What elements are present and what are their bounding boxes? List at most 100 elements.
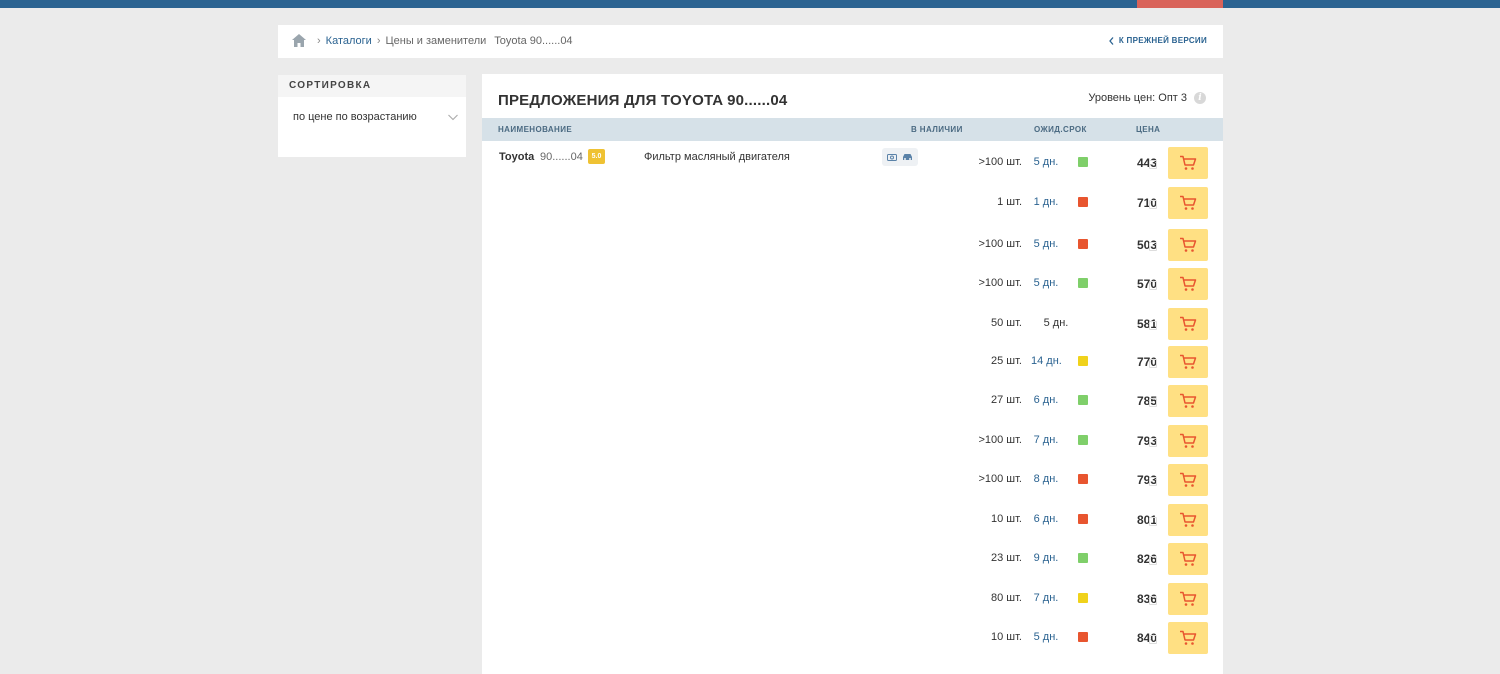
add-to-cart-button[interactable] (1168, 308, 1208, 340)
chevron-down-icon[interactable] (448, 114, 458, 121)
sort-panel: СОРТИРОВКА по цене по возрастанию (278, 75, 466, 157)
offer-delivery-days[interactable]: 1 дн. (1031, 196, 1061, 208)
cart-icon (1180, 433, 1197, 448)
add-to-cart-button[interactable] (1168, 504, 1208, 536)
sort-select[interactable]: по цене по возрастанию (293, 111, 417, 123)
offer-status-indicator (1078, 514, 1088, 524)
column-name-header[interactable]: НАИМЕНОВАНИЕ (498, 125, 572, 134)
offer-delivery-days[interactable]: 14 дн. (1031, 355, 1062, 367)
offer-status-indicator (1078, 632, 1088, 642)
column-price-header[interactable]: ЦЕНА (1136, 125, 1160, 134)
offer-favorite-checkbox[interactable] (1149, 160, 1157, 169)
offer-delivery-days[interactable]: 7 дн. (1031, 434, 1061, 446)
offer-quantity: >100 шт. (978, 277, 1022, 289)
cart-icon (1180, 512, 1197, 527)
column-in-stock-header[interactable]: В НАЛИЧИИ (911, 125, 963, 134)
offers-title: ПРЕДЛОЖЕНИЯ ДЛЯ TOYOTA 90......04 (498, 92, 788, 109)
offer-row: >100 шт. 5 дн. 503 (482, 226, 1223, 262)
breadcrumb-catalogs-link[interactable]: Каталоги (326, 35, 372, 47)
offer-status-indicator (1078, 435, 1088, 445)
cart-icon (1180, 591, 1197, 606)
offer-row: 10 шт. 6 дн. 801 (482, 501, 1223, 537)
offer-favorite-checkbox[interactable] (1149, 200, 1157, 209)
add-to-cart-button[interactable] (1168, 543, 1208, 575)
offer-quantity: 10 шт. (991, 513, 1022, 525)
add-to-cart-button[interactable] (1168, 583, 1208, 615)
offer-quantity: 1 шт. (997, 196, 1022, 208)
offer-quantity: >100 шт. (978, 473, 1022, 485)
add-to-cart-button[interactable] (1168, 346, 1208, 378)
column-expected-header[interactable]: ОЖИД.СРОК (1034, 125, 1087, 134)
offer-row: 23 шт. 9 дн. 826 (482, 540, 1223, 576)
cart-icon (1180, 316, 1197, 331)
offer-quantity: 25 шт. (991, 355, 1022, 367)
offer-row: >100 шт. 5 дн. 570 (482, 265, 1223, 301)
add-to-cart-button[interactable] (1168, 464, 1208, 496)
add-to-cart-button[interactable] (1168, 425, 1208, 457)
offer-status-indicator (1078, 593, 1088, 603)
add-to-cart-button[interactable] (1168, 622, 1208, 654)
offer-delivery-days[interactable]: 6 дн. (1031, 394, 1061, 406)
offer-delivery-days: 5 дн. (1043, 317, 1069, 329)
offer-quantity: >100 шт. (978, 238, 1022, 250)
offer-row: 25 шт. 14 дн. 770 (482, 343, 1223, 379)
offer-status-indicator (1078, 356, 1088, 366)
offer-favorite-checkbox[interactable] (1149, 635, 1157, 644)
offer-delivery-days[interactable]: 5 дн. (1031, 156, 1061, 168)
breadcrumb-current-item: Toyota 90......04 (494, 35, 573, 47)
offer-status-indicator (1078, 395, 1088, 405)
price-level: Уровень цен: Опт 3 (1088, 92, 1187, 104)
offer-delivery-days[interactable]: 8 дн. (1031, 473, 1061, 485)
offer-status-indicator (1078, 278, 1088, 288)
offer-favorite-checkbox[interactable] (1149, 477, 1157, 486)
offer-favorite-checkbox[interactable] (1149, 281, 1157, 290)
offer-row: 1 шт. 1 дн. 710 (482, 184, 1223, 220)
offer-row: 80 шт. 7 дн. 836 (482, 580, 1223, 616)
offer-delivery-days[interactable]: 9 дн. (1031, 552, 1061, 564)
offer-row: 50 шт. 5 дн. 581 (482, 305, 1223, 341)
add-to-cart-button[interactable] (1168, 147, 1208, 179)
offer-status-indicator (1078, 157, 1088, 167)
offer-favorite-checkbox[interactable] (1149, 438, 1157, 447)
back-to-previous-version-link[interactable]: К ПРЕЖНЕЙ ВЕРСИИ (1108, 36, 1207, 45)
offer-favorite-checkbox[interactable] (1149, 596, 1157, 605)
offer-status-indicator (1078, 474, 1088, 484)
top-bar-accent[interactable] (1137, 0, 1223, 8)
offer-quantity: 50 шт. (991, 317, 1022, 329)
cart-icon (1180, 195, 1197, 210)
offer-favorite-checkbox[interactable] (1149, 517, 1157, 526)
add-to-cart-button[interactable] (1168, 385, 1208, 417)
cart-icon (1180, 630, 1197, 645)
cart-icon (1180, 393, 1197, 408)
offer-delivery-days[interactable]: 5 дн. (1031, 277, 1061, 289)
offer-quantity: 27 шт. (991, 394, 1022, 406)
offer-favorite-checkbox[interactable] (1149, 359, 1157, 368)
breadcrumb-prices-item: Цены и заменители (385, 35, 487, 47)
offer-quantity: 10 шт. (991, 631, 1022, 643)
info-icon[interactable]: i (1194, 92, 1206, 104)
cart-icon (1180, 155, 1197, 170)
offer-delivery-days[interactable]: 5 дн. (1031, 238, 1061, 250)
offer-delivery-days[interactable]: 5 дн. (1031, 631, 1061, 643)
cart-icon (1180, 551, 1197, 566)
home-icon[interactable] (292, 34, 306, 47)
offer-quantity: >100 шт. (978, 156, 1022, 168)
add-to-cart-button[interactable] (1168, 229, 1208, 261)
offer-favorite-checkbox[interactable] (1149, 242, 1157, 251)
offer-row: 27 шт. 6 дн. 785 (482, 382, 1223, 418)
offer-favorite-checkbox[interactable] (1149, 321, 1157, 330)
breadcrumb-separator: › (376, 35, 381, 47)
offer-row: >100 шт. 7 дн. 793 (482, 422, 1223, 458)
offer-favorite-checkbox[interactable] (1149, 556, 1157, 565)
offer-delivery-days[interactable]: 7 дн. (1031, 592, 1061, 604)
add-to-cart-button[interactable] (1168, 268, 1208, 300)
offer-row: 10 шт. 5 дн. 840 (482, 619, 1223, 655)
back-link-label: К ПРЕЖНЕЙ ВЕРСИИ (1118, 36, 1207, 45)
offer-favorite-checkbox[interactable] (1149, 398, 1157, 407)
offer-row: >100 шт. 8 дн. 793 (482, 461, 1223, 497)
cart-icon (1180, 472, 1197, 487)
sort-title: СОРТИРОВКА (278, 75, 466, 97)
add-to-cart-button[interactable] (1168, 187, 1208, 219)
offer-quantity: 23 шт. (991, 552, 1022, 564)
offer-delivery-days[interactable]: 6 дн. (1031, 513, 1061, 525)
